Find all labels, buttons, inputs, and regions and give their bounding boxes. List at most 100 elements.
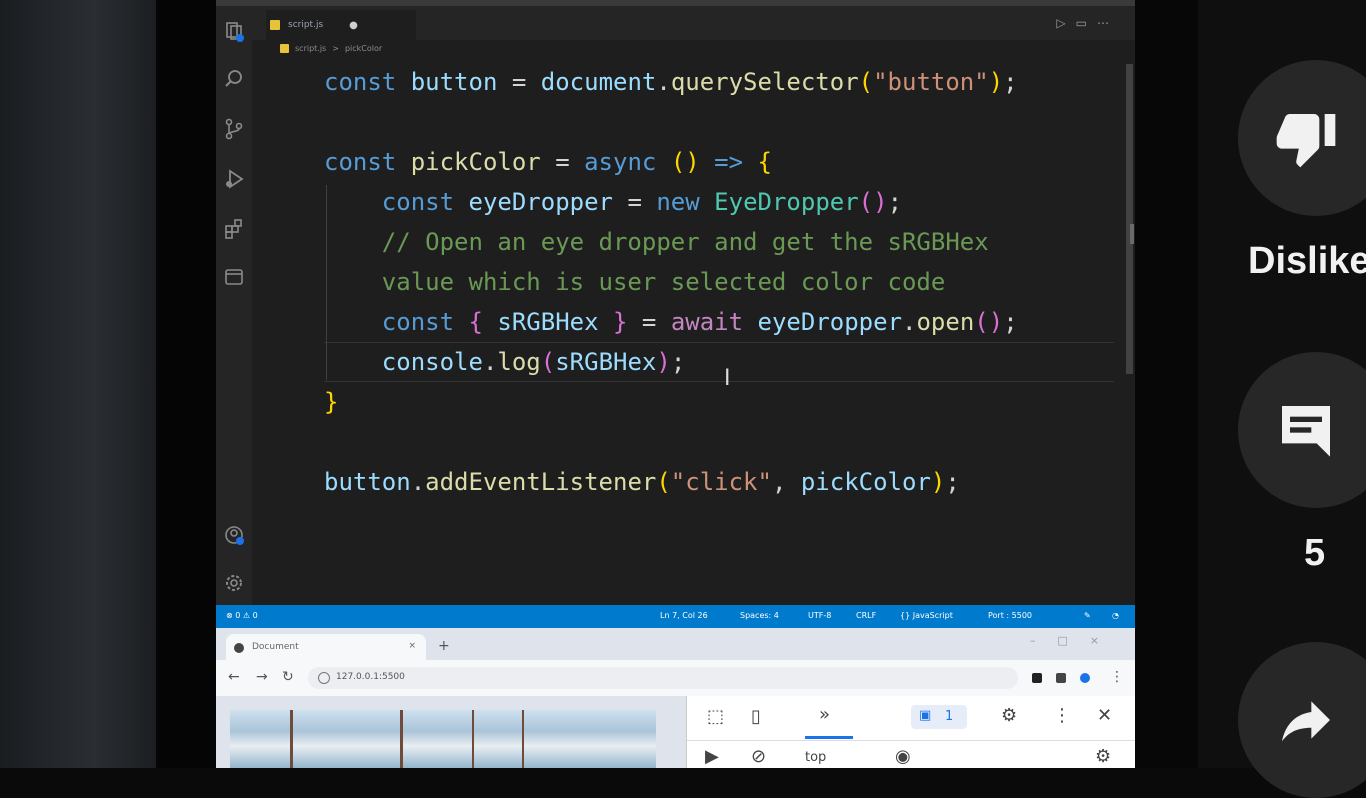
maximize-icon[interactable]: □ [1057,634,1089,647]
encoding[interactable]: UTF-8 [808,611,831,620]
source-control-icon[interactable] [223,118,245,140]
device-toolbar-icon[interactable]: ▯ [751,706,761,727]
messages-badge[interactable]: ▣ 1 [911,705,967,729]
console-settings-icon[interactable]: ⚙ [1095,746,1111,767]
browser-tab[interactable]: Document × [226,634,426,660]
minimize-icon[interactable]: – [1030,634,1058,647]
browser-window: Document × + –□× ← → ↻ 127.0.0.1:5500 ⋮ … [216,628,1135,768]
cursor-position[interactable]: Ln 7, Col 26 [660,611,708,620]
end-of-line[interactable]: CRLF [856,611,876,620]
context-selector[interactable]: top [805,750,826,765]
language-mode[interactable]: {} JavaScript [900,611,953,620]
remote-explorer-icon[interactable] [223,266,245,288]
image-pole [290,710,293,768]
scrollbar-marker [1130,224,1134,244]
profile-icon[interactable] [1080,673,1090,683]
code-editor[interactable]: const button = document.querySelector("b… [324,62,1018,502]
browser-tab-title: Document [252,642,299,652]
extension-icon[interactable] [1032,673,1042,683]
new-tab-button[interactable]: + [438,638,450,654]
tab-filename: script.js [288,20,324,30]
address-bar[interactable]: 127.0.0.1:5500 [308,667,1018,689]
code-line-8: console.log(sRGBHex); [381,348,686,376]
settings-gear-icon[interactable]: ⚙ [1001,705,1017,726]
tab-script-js[interactable]: script.js ● [266,10,416,40]
close-devtools-icon[interactable]: ✕ [1097,705,1112,726]
reload-icon[interactable]: ↻ [282,669,294,685]
code-line-5: // Open an eye dropper and get the sRGBH… [381,228,989,256]
breadcrumb-symbol[interactable]: pickColor [345,44,382,53]
manage-gear-icon[interactable] [223,572,245,594]
active-tab-indicator [805,736,853,739]
devtools-toolbar: ⬚ ▯ » ▣ 1 ⚙ ⋮ ✕ [687,696,1135,741]
extensions-icon[interactable] [223,218,245,240]
more-actions-icon[interactable]: ⋯ [1097,16,1119,30]
breadcrumb-separator: > [332,44,339,53]
browser-toolbar: ← → ↻ 127.0.0.1:5500 ⋮ [216,660,1135,696]
close-window-icon[interactable]: × [1090,634,1121,647]
page-image [230,710,656,768]
live-expression-icon[interactable]: ◉ [895,746,911,767]
activity-bar [216,6,252,605]
thumbs-down-icon [1276,114,1336,168]
image-pole [522,710,524,768]
window-controls: –□× [1030,634,1121,647]
forward-icon[interactable]: → [256,669,268,685]
comments-count: 5 [1304,532,1326,574]
breadcrumb-file[interactable]: script.js [295,44,326,53]
inspect-element-icon[interactable]: ⬚ [707,706,724,727]
message-icon: ▣ [919,708,932,723]
code-line-7: const { sRGBHex } = await eyeDropper.ope… [381,308,1018,336]
sidebar-toggle-icon[interactable]: ▶ [705,746,719,767]
notifications-icon[interactable]: ◔ [1112,611,1119,620]
globe-icon [234,643,244,653]
url-text: 127.0.0.1:5500 [336,672,405,682]
search-icon[interactable] [223,68,245,90]
run-file-icon[interactable]: ▷ [1056,16,1075,30]
editor-actions: ▷▭⋯ [1056,16,1119,30]
image-pole [400,710,403,768]
code-line-4: const eyeDropper = new EyeDropper(); [381,188,903,216]
vscode-window: script.js ● ▷▭⋯ script.js > pickColor co… [216,0,1135,605]
more-tabs-icon[interactable]: » [819,704,830,725]
devtools-menu-icon[interactable]: ⋮ [1053,705,1071,726]
breadcrumb: script.js > pickColor [280,44,382,53]
account-icon[interactable] [223,524,245,546]
dislike-label: Dislike [1248,240,1366,282]
devtools-panel: ⬚ ▯ » ▣ 1 ⚙ ⋮ ✕ ▶ ⊘ top ◉ ⚙ [686,696,1135,768]
code-line-6: value which is user selected color code [381,268,946,296]
indentation[interactable]: Spaces: 4 [740,611,779,620]
editor-scrollbar[interactable] [1126,64,1133,374]
editor-tab-bar: script.js ● ▷▭⋯ [252,6,1135,40]
code-line-1: const button = document.querySelector("b… [324,68,1018,96]
js-file-icon [280,44,289,53]
code-line-9: } [324,388,339,416]
back-icon[interactable]: ← [228,669,240,685]
site-info-icon[interactable] [318,672,330,684]
clear-console-icon[interactable]: ⊘ [751,746,766,767]
text-cursor-icon: I [724,366,731,391]
status-bar: ⊗ 0 ⚠ 0 Ln 7, Col 26 Spaces: 4 UTF-8 CRL… [216,605,1135,628]
code-line-3: const pickColor = async () => { [324,148,772,176]
problems-indicator[interactable]: ⊗ 0 ⚠ 0 [226,611,258,620]
video-letterbox-left [156,0,216,768]
background-blur-left [0,0,156,768]
live-server-port[interactable]: Port : 5500 [988,611,1032,620]
modified-dot[interactable]: ● [349,20,358,31]
split-editor-icon[interactable]: ▭ [1076,16,1097,30]
comments-icon [1282,406,1330,457]
run-debug-icon[interactable] [223,168,245,190]
image-pole [472,710,474,768]
messages-count: 1 [945,709,954,724]
sidebar-icon[interactable] [1056,673,1066,683]
explorer-icon[interactable] [223,20,245,42]
close-tab-button[interactable]: × [408,641,416,651]
video-letterbox-right [1135,0,1198,768]
code-line-11: button.addEventListener("click", pickCol… [324,468,960,496]
js-file-icon [270,20,280,30]
feedback-icon[interactable]: ✎ [1084,611,1091,620]
share-icon [1282,701,1330,742]
browser-menu-icon[interactable]: ⋮ [1110,669,1124,685]
